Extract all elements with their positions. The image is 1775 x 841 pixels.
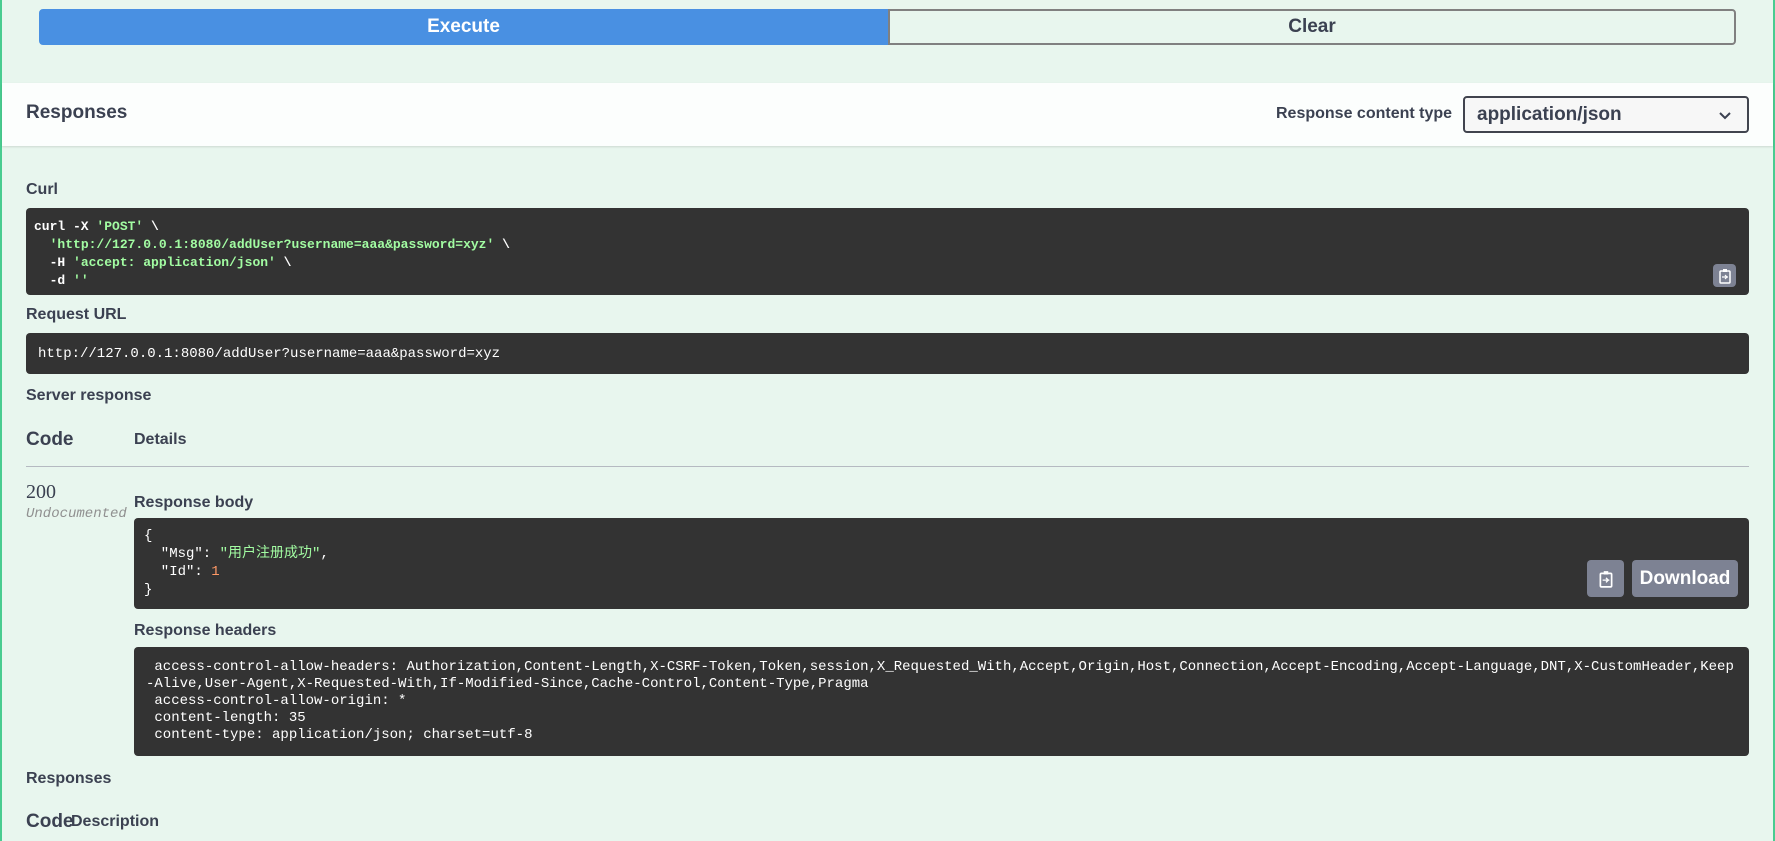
curl-line: -d '' xyxy=(34,273,89,288)
clipboard-copy-icon xyxy=(1718,268,1731,284)
json-line: "Msg": "用户注册成功", xyxy=(144,546,329,562)
response-body-code-block: { "Msg": "用户注册成功", "Id": 1 } xyxy=(134,518,1749,609)
clipboard-copy-icon xyxy=(1599,570,1612,588)
json-line: } xyxy=(144,582,153,598)
header-line: content-length: 35 xyxy=(146,710,306,726)
response-body-label: Response body xyxy=(134,494,254,511)
response-headers-code-block: access-control-allow-headers: Authorizat… xyxy=(134,647,1749,756)
responses-header: Responses Response content type applicat… xyxy=(2,83,1773,146)
curl-line: curl -X 'POST' \ xyxy=(34,219,159,234)
execute-button[interactable]: Execute xyxy=(39,9,888,45)
curl-line: 'http://127.0.0.1:8080/addUser?username=… xyxy=(49,237,510,252)
curl-code-block: curl -X 'POST' \ 'http://127.0.0.1:8080/… xyxy=(26,208,1749,295)
request-url-label: Request URL xyxy=(26,306,127,323)
header-line: access-control-allow-origin: * xyxy=(146,693,407,709)
response-status-code: 200 xyxy=(26,481,56,503)
responses-title: Responses xyxy=(26,102,128,123)
download-button[interactable]: Download xyxy=(1632,560,1738,597)
chevron-down-icon xyxy=(1719,112,1731,120)
response-content-type-select[interactable]: application/json xyxy=(1463,96,1749,133)
details-column-header: Details xyxy=(134,431,187,448)
code-column-header: Code xyxy=(26,429,74,450)
undocumented-note: Undocumented xyxy=(26,506,127,522)
curl-label: Curl xyxy=(26,181,58,198)
curl-line: -H 'accept: application/json' \ xyxy=(34,255,292,270)
responses-description-header: Description xyxy=(71,813,160,830)
response-content-type-value: application/json xyxy=(1477,103,1622,125)
header-line: content-type: application/json; charset=… xyxy=(146,727,533,743)
execute-clear-button-group: Execute Clear xyxy=(39,9,1736,45)
request-url-value: http://127.0.0.1:8080/addUser?username=a… xyxy=(26,333,1749,374)
table-header-divider xyxy=(26,466,1749,467)
response-headers-label: Response headers xyxy=(134,622,277,639)
response-content-type-label: Response content type xyxy=(1276,105,1453,122)
json-line: "Id": 1 xyxy=(144,564,220,580)
header-line: access-control-allow-headers: Authorizat… xyxy=(146,659,1734,692)
curl-copy-button[interactable] xyxy=(1713,264,1736,287)
responses-code-header: Code xyxy=(26,811,74,832)
server-response-label: Server response xyxy=(26,387,152,404)
responses-section-label: Responses xyxy=(26,770,112,787)
json-line: { xyxy=(144,528,153,544)
response-body-copy-button[interactable] xyxy=(1587,560,1624,597)
clear-button[interactable]: Clear xyxy=(888,9,1736,45)
